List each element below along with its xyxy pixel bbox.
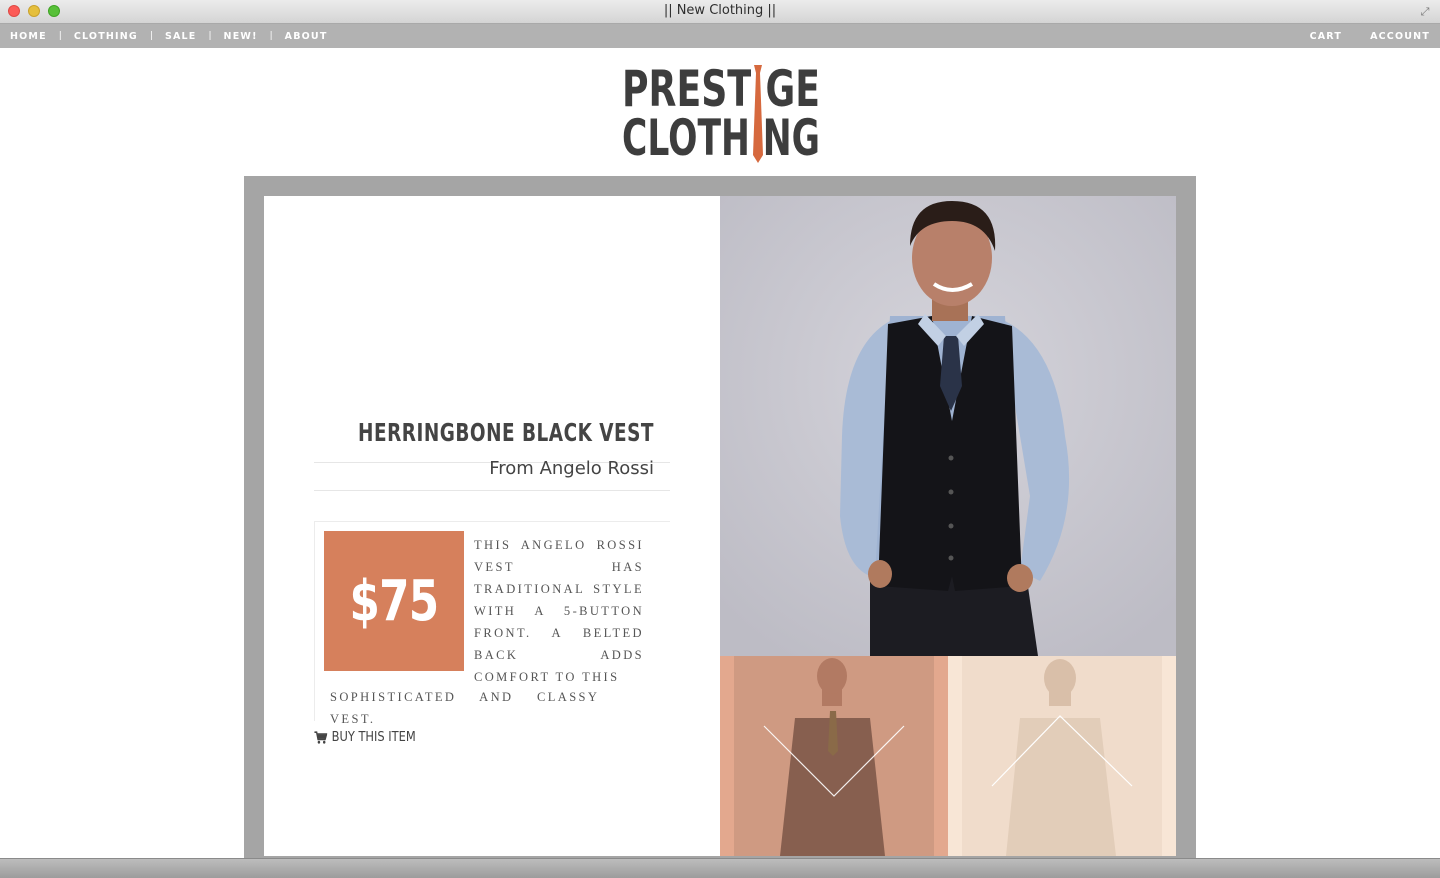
product-main-image [720,196,1176,656]
prestige-clothing-logo[interactable]: PRESTIGE CLOTHING [620,62,822,166]
logo-line-2: CLOTHING [622,109,820,166]
window-titlebar: || New Clothing || ⤢ [0,0,1440,24]
window-bottom-bar [0,858,1440,878]
nav-cart-link[interactable]: CART [1310,31,1343,42]
product-thumbnail-1[interactable] [720,656,948,856]
product-brand: From Angelo Rossi [489,458,654,479]
price-badge: $75 [324,531,464,671]
model-in-suit-thumbnail [734,656,934,856]
account-nav: CART ACCOUNT [1282,24,1430,48]
model-in-vest-photo [720,196,1176,656]
primary-nav: HOME | CLOTHING | SALE | NEW! | ABOUT [10,24,328,48]
nav-home-link[interactable]: HOME [10,31,47,42]
product-description: This Angelo Rossi vest has traditional s… [474,538,644,684]
product-info-panel: HERRINGBONE BLACK VEST From Angelo Rossi… [264,196,720,856]
nav-separator: | [149,31,153,41]
nav-separator: | [269,31,273,41]
nav-new-link[interactable]: NEW! [224,31,258,42]
nav-separator: | [58,31,62,41]
buy-item-label: BUY THIS ITEM [331,730,416,745]
buy-item-button[interactable]: BUY THIS ITEM [314,730,416,745]
nav-account-link[interactable]: ACCOUNT [1370,31,1430,42]
site-navbar: HOME | CLOTHING | SALE | NEW! | ABOUT CA… [0,24,1440,48]
nav-sale-link[interactable]: SALE [165,31,197,42]
nav-separator: | [208,31,212,41]
product-thumbnail-2[interactable] [948,656,1176,856]
price-value: $75 [349,568,440,634]
nav-about-link[interactable]: ABOUT [285,31,328,42]
product-title: HERRINGBONE BLACK VEST [358,418,654,447]
product-description-tail: sophisticated and classy vest. [330,690,599,726]
nav-clothing-link[interactable]: CLOTHING [74,31,138,42]
tie-icon [751,64,765,164]
window-title: || New Clothing || [663,3,777,18]
divider [314,490,670,491]
fullscreen-icon[interactable]: ⤢ [1418,5,1432,19]
cart-icon [314,731,328,744]
model-in-light-suit-thumbnail [962,656,1162,856]
